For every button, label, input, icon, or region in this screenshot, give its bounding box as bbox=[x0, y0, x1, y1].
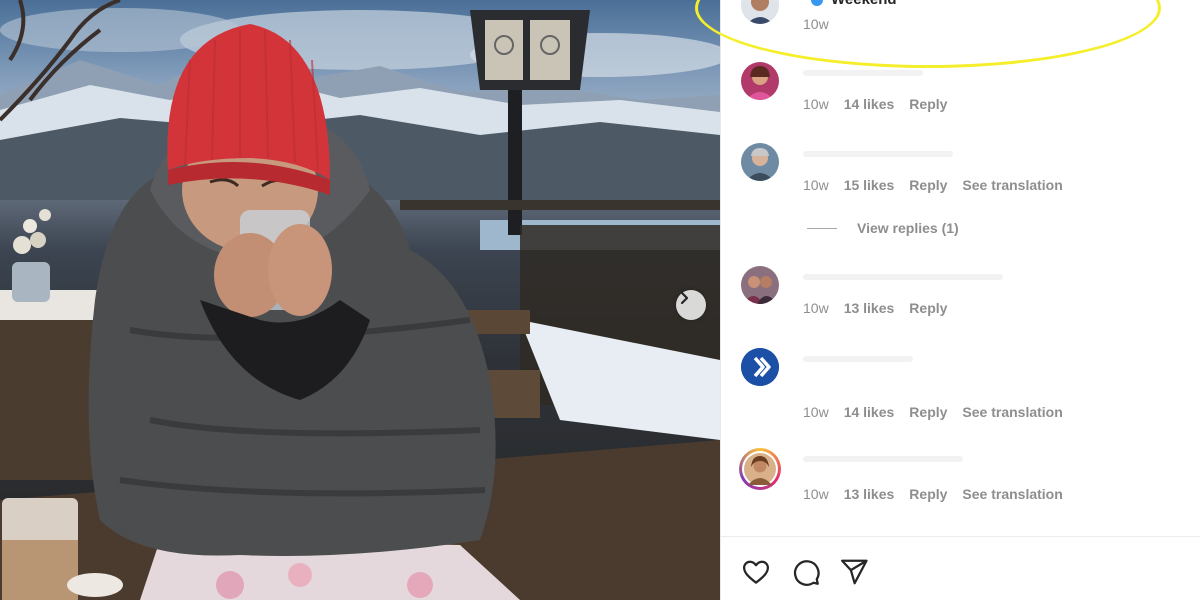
avatar bbox=[741, 266, 779, 304]
avatar bbox=[741, 143, 779, 181]
comment-likes[interactable]: 14 likes bbox=[844, 96, 895, 112]
reply-button[interactable]: Reply bbox=[909, 300, 947, 316]
heart-icon bbox=[743, 560, 769, 584]
comment-likes[interactable]: 15 likes bbox=[844, 177, 895, 193]
reply-button[interactable]: Reply bbox=[909, 177, 947, 193]
see-translation-button[interactable]: See translation bbox=[962, 177, 1062, 193]
comment-button[interactable] bbox=[791, 557, 821, 587]
post-action-bar bbox=[721, 536, 1200, 601]
caption-text: Weekend bbox=[831, 0, 897, 8]
chevron-right-icon bbox=[680, 291, 689, 305]
comment-row: 10w 13 likes Reply See translation bbox=[721, 448, 1200, 508]
blurred-comment-text bbox=[803, 70, 923, 76]
blurred-comment-text bbox=[803, 356, 913, 362]
comment-time: 10w bbox=[803, 404, 829, 420]
comment-time: 10w bbox=[803, 300, 829, 316]
comment-likes[interactable]: 13 likes bbox=[844, 486, 895, 502]
reply-button[interactable]: Reply bbox=[909, 96, 947, 112]
see-translation-button[interactable]: See translation bbox=[962, 404, 1062, 420]
post-photo bbox=[0, 0, 720, 600]
avatar bbox=[742, 451, 778, 487]
comment-row: 10w 14 likes Reply See translation bbox=[721, 348, 1200, 420]
story-ring-avatar[interactable] bbox=[739, 448, 781, 490]
comment-avatar[interactable] bbox=[741, 348, 779, 386]
comment-row: 10w 15 likes Reply See translation bbox=[721, 143, 1200, 203]
replies-divider bbox=[807, 227, 837, 229]
brand-logo-icon bbox=[741, 348, 779, 386]
like-button[interactable] bbox=[741, 557, 771, 587]
comment-time: 10w bbox=[803, 486, 829, 502]
comment-avatar[interactable] bbox=[741, 143, 779, 181]
comment-meta: 10w 14 likes Reply See translation bbox=[803, 404, 1063, 420]
reply-button[interactable]: Reply bbox=[909, 404, 947, 420]
blurred-comment-text bbox=[803, 274, 1003, 280]
comment-time: 10w bbox=[803, 177, 829, 193]
comment-time: 10w bbox=[803, 96, 829, 112]
comment-meta: 10w 13 likes Reply bbox=[803, 300, 947, 316]
blurred-comment-text bbox=[803, 456, 963, 462]
caption-header: Weekend bbox=[803, 0, 897, 8]
comment-avatar[interactable] bbox=[741, 62, 779, 100]
caption-time: 10w bbox=[803, 16, 829, 32]
comment-meta: 10w 14 likes Reply bbox=[803, 96, 947, 112]
avatar bbox=[741, 62, 779, 100]
comment-meta: 10w 15 likes Reply See translation bbox=[803, 177, 1063, 193]
comment-likes[interactable]: 13 likes bbox=[844, 300, 895, 316]
comments-panel: Weekend 10w 10w 14 likes Reply bbox=[695, 0, 1200, 601]
view-replies-button[interactable]: View replies (1) bbox=[807, 220, 959, 236]
comment-likes[interactable]: 14 likes bbox=[844, 404, 895, 420]
comment-row: 10w 13 likes Reply bbox=[721, 266, 1200, 326]
view-replies-label: View replies (1) bbox=[857, 220, 959, 236]
blurred-comment-text bbox=[803, 151, 953, 157]
avatar bbox=[741, 0, 779, 24]
caption-row: Weekend 10w bbox=[695, 0, 1200, 68]
caption-avatar[interactable] bbox=[741, 0, 779, 24]
reply-button[interactable]: Reply bbox=[909, 486, 947, 502]
see-translation-button[interactable]: See translation bbox=[962, 486, 1062, 502]
carousel-next-button[interactable] bbox=[676, 290, 706, 320]
share-button[interactable] bbox=[839, 557, 869, 587]
comment-icon bbox=[793, 560, 820, 586]
share-icon bbox=[841, 559, 868, 585]
comment-avatar[interactable] bbox=[741, 266, 779, 304]
comment-meta: 10w 13 likes Reply See translation bbox=[803, 486, 1063, 502]
photo-scene bbox=[0, 0, 720, 600]
comment-row: 10w 14 likes Reply bbox=[721, 62, 1200, 122]
verified-badge-icon bbox=[811, 0, 823, 6]
